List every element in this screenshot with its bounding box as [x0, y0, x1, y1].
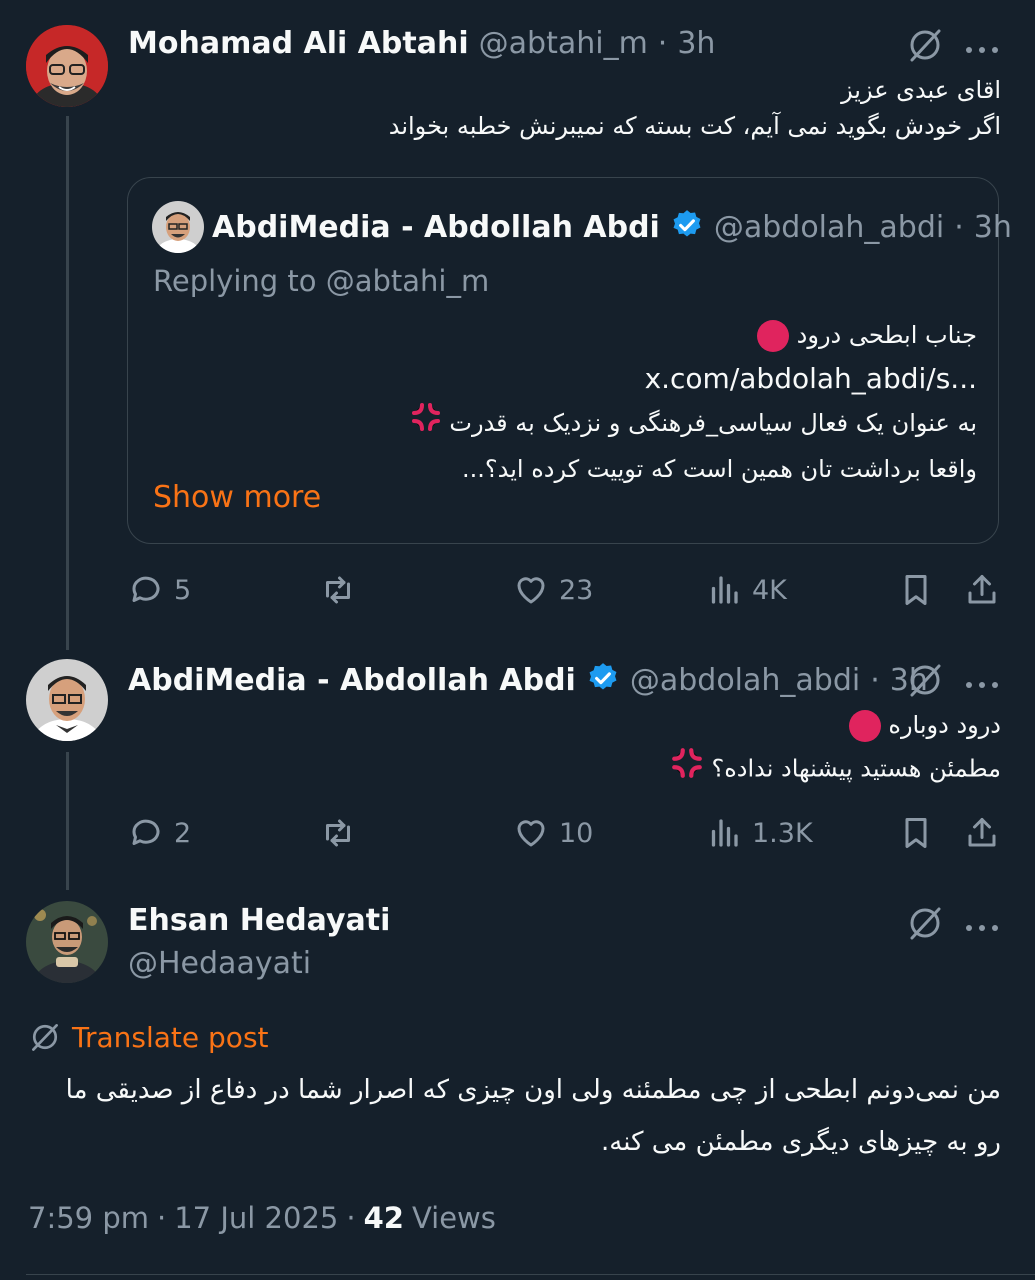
- separator-dot: ·: [954, 209, 964, 245]
- share-icon: [968, 818, 996, 847]
- red-circle-icon: [757, 320, 790, 352]
- avatar-hedayati[interactable]: [26, 901, 108, 983]
- bottom-divider: [26, 1274, 1035, 1275]
- avatar-abtahi[interactable]: [26, 25, 108, 107]
- like-count: 10: [559, 817, 594, 849]
- show-more-link[interactable]: Show more: [153, 480, 321, 515]
- tweet1-line-1: اقای عبدی عزیز: [841, 76, 1001, 104]
- tweet2-header: AbdiMedia - Abdollah Abdi @abdolah_abdi …: [128, 661, 928, 699]
- grok-icon[interactable]: [906, 26, 944, 68]
- quote-author-name: AbdiMedia - Abdollah Abdi: [212, 209, 660, 245]
- heart-icon: [517, 577, 545, 604]
- tweet2-line-1: درود دوباره: [201, 704, 1001, 746]
- avatar-hedayati-image: [26, 901, 108, 983]
- reply-count: 2: [174, 817, 192, 849]
- separator-dot: ·: [157, 1201, 167, 1235]
- verified-badge-icon: [670, 208, 704, 246]
- translate-post-label: Translate post: [72, 1020, 269, 1054]
- repost-icon: [326, 576, 350, 604]
- avatar-abtahi-image: [26, 25, 108, 107]
- tweet2-text: درود دوباره مطمئن هستید پیشنهاد نداده؟: [201, 704, 1001, 793]
- quote-header: AbdiMedia - Abdollah Abdi @abdolah_abdi …: [212, 208, 1012, 246]
- share-button[interactable]: [964, 815, 1000, 851]
- author-handle[interactable]: @abdolah_abdi: [630, 663, 860, 698]
- quote-text: جناب ابطحی درود x.com/abdolah_abdi/s... …: [157, 313, 977, 491]
- analytics-icon: [711, 819, 738, 847]
- quote-avatar-abdi: [152, 201, 204, 253]
- quote-line-1: جناب ابطحی درود: [157, 313, 977, 357]
- like-count: 23: [559, 574, 594, 606]
- bookmark-button[interactable]: [898, 815, 934, 851]
- replying-to: Replying to @abtahi_m: [153, 264, 490, 298]
- separator-dot: ·: [870, 662, 880, 698]
- reply-icon: [132, 576, 160, 602]
- author-name[interactable]: Mohamad Ali Abtahi: [128, 26, 469, 61]
- reply-count: 5: [174, 574, 192, 606]
- anger-icon: [670, 746, 704, 793]
- more-options-icon[interactable]: [964, 40, 1000, 59]
- analytics-icon: [711, 576, 738, 604]
- views-button[interactable]: 4K: [706, 572, 787, 608]
- reply-button[interactable]: 5: [128, 572, 191, 608]
- quote-line-3: به عنوان یک فعال سیاسی_فرهنگی و نزدیک به…: [157, 401, 977, 447]
- tweet2-line-1-text: درود دوباره: [888, 711, 1001, 739]
- quote-link[interactable]: x.com/abdolah_abdi/s...: [157, 357, 977, 401]
- tweet2-line-2: مطمئن هستید پیشنهاد نداده؟: [201, 746, 1001, 793]
- views-count: 1.3K: [752, 817, 813, 849]
- more-options-icon[interactable]: [964, 918, 1000, 937]
- repost-button[interactable]: [320, 815, 356, 851]
- bookmark-button[interactable]: [898, 572, 934, 608]
- translate-post-button[interactable]: Translate post: [28, 1020, 269, 1054]
- quote-line-3-text: به عنوان یک فعال سیاسی_فرهنگی و نزدیک به…: [449, 409, 977, 437]
- reply-icon: [132, 819, 160, 845]
- tweet1-header: Mohamad Ali Abtahi @abtahi_m · 3h: [128, 26, 715, 61]
- reply-button[interactable]: 2: [128, 815, 191, 851]
- bookmark-icon: [905, 818, 927, 848]
- like-button[interactable]: 10: [513, 815, 593, 851]
- views-label: Views: [411, 1201, 496, 1235]
- thread-line-1: [66, 116, 69, 650]
- verified-badge-icon: [586, 661, 620, 699]
- separator-dot: ·: [346, 1201, 356, 1235]
- tweet1-text: اقای عبدی عزیز اگر خودش بگوید نمی آیم، ک…: [201, 72, 1001, 144]
- translate-icon: [32, 1024, 58, 1051]
- share-button[interactable]: [964, 572, 1000, 608]
- tweet3-line-2: رو به چیزهای دیگری مطمئن می کنه.: [601, 1127, 1001, 1157]
- quote-author-handle: @abdolah_abdi: [713, 209, 945, 245]
- views-count: 42: [363, 1201, 404, 1235]
- quote-line-1-text: جناب ابطحی درود: [796, 321, 977, 349]
- bookmark-icon: [905, 575, 927, 605]
- tweet3-line-1: من نمی‌دونم ابطحی از چی مطمئنه ولی اون چ…: [65, 1075, 1001, 1105]
- grok-icon[interactable]: [906, 904, 944, 946]
- author-name[interactable]: Ehsan Hedayati: [128, 903, 390, 938]
- quote-time: 3h: [973, 209, 1012, 245]
- author-name[interactable]: AbdiMedia - Abdollah Abdi: [128, 663, 576, 698]
- post-meta: 7:59 pm · 17 Jul 2025 · 42 Views: [28, 1201, 496, 1235]
- tweet2-line-2-text: مطمئن هستید پیشنهاد نداده؟: [711, 754, 1001, 783]
- heart-icon: [517, 820, 545, 847]
- tweet3-text: من نمی‌دونم ابطحی از چی مطمئنه ولی اون چ…: [21, 1064, 1001, 1168]
- author-handle[interactable]: @abtahi_m: [479, 26, 648, 61]
- post-time[interactable]: 7:59 pm: [28, 1201, 149, 1235]
- post-time[interactable]: 3h: [677, 26, 715, 61]
- separator-dot: ·: [657, 26, 668, 61]
- share-icon: [968, 575, 996, 604]
- grok-icon[interactable]: [906, 661, 944, 703]
- tweet1-line-2: اگر خودش بگوید نمی آیم، کت بسته که نمیبر…: [388, 112, 1001, 140]
- avatar-abdi[interactable]: [26, 659, 108, 741]
- thread-line-2: [66, 752, 69, 890]
- post-date[interactable]: 17 Jul 2025: [174, 1201, 338, 1235]
- repost-icon: [326, 819, 350, 847]
- anger-icon: [410, 401, 442, 447]
- avatar-abdi-image: [26, 659, 108, 741]
- author-handle[interactable]: @Hedaayati: [128, 946, 311, 981]
- red-circle-icon: [848, 710, 881, 742]
- more-options-icon[interactable]: [964, 675, 1000, 694]
- repost-button[interactable]: [320, 572, 356, 608]
- views-count: 4K: [752, 574, 787, 606]
- like-button[interactable]: 23: [513, 572, 593, 608]
- views-button[interactable]: 1.3K: [706, 815, 813, 851]
